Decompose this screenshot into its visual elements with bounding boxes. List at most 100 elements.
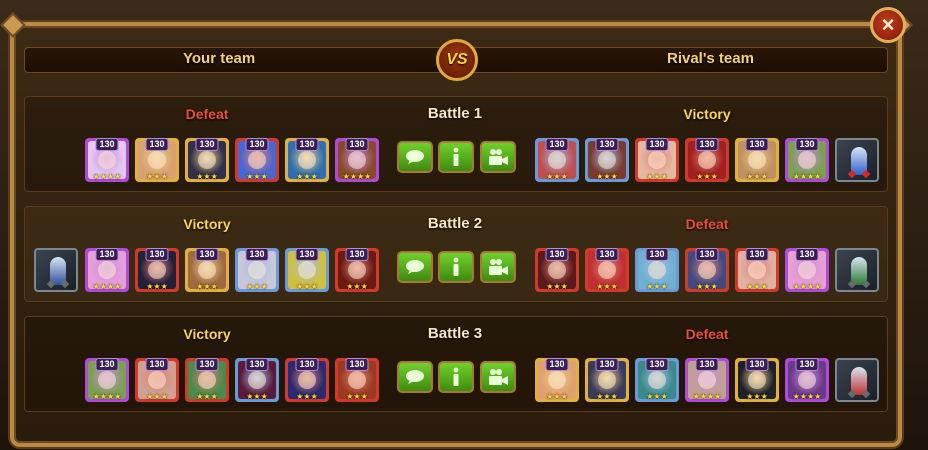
- video-camera-icon: [489, 369, 508, 385]
- rival-hero-slot[interactable]: 130 ★★★: [535, 248, 579, 292]
- battle-title: Battle 1: [427, 105, 483, 122]
- hero-star-rating: ★★★: [546, 282, 568, 291]
- hero-face: [548, 261, 566, 279]
- your-hero-slot[interactable]: 130 ★★★: [135, 248, 179, 292]
- your-hero-slot[interactable]: 130 ★★★: [285, 248, 329, 292]
- chat-button[interactable]: [397, 361, 433, 393]
- your-hero-slot[interactable]: 130 ★★★: [185, 358, 229, 402]
- your-hero-slot[interactable]: 130 ★★★: [185, 138, 229, 182]
- your-team-pet[interactable]: [34, 248, 78, 292]
- rival-hero-slot[interactable]: 130 ★★★: [735, 138, 779, 182]
- rival-hero-slot[interactable]: 130 ★★★★: [785, 248, 829, 292]
- hero-level-badge: 130: [295, 248, 319, 261]
- rival-hero-slot[interactable]: 130 ★★★★: [685, 358, 729, 402]
- your-hero-slot[interactable]: 130 ★★★★: [85, 248, 129, 292]
- hero-level-badge: 130: [695, 248, 719, 261]
- hero-star-rating: ★★★: [296, 282, 318, 291]
- hero-star-rating: ★★★: [546, 172, 568, 181]
- hero-face: [348, 371, 366, 389]
- your-team-result: Victory: [183, 326, 231, 342]
- your-hero-slot[interactable]: 130 ★★★: [235, 248, 279, 292]
- hero-face: [698, 151, 716, 169]
- hero-level-badge: 130: [345, 248, 369, 261]
- hero-face: [798, 151, 816, 169]
- hero-star-rating: ★★★: [546, 392, 568, 401]
- your-hero-slot[interactable]: 130 ★★★: [185, 248, 229, 292]
- hero-star-rating: ★★★: [596, 172, 618, 181]
- hero-face: [198, 261, 216, 279]
- your-hero-slot[interactable]: 130 ★★★: [285, 138, 329, 182]
- chat-button[interactable]: [397, 251, 433, 283]
- replay-button[interactable]: [480, 141, 516, 173]
- your-hero-slot[interactable]: 130 ★★★: [135, 358, 179, 402]
- hero-star-rating: ★★★★: [692, 392, 722, 401]
- rival-hero-slot[interactable]: 130 ★★★: [535, 358, 579, 402]
- hero-level-badge: 130: [595, 248, 619, 261]
- hero-level-badge: 130: [645, 248, 669, 261]
- your-hero-slot[interactable]: 130 ★★★★: [85, 138, 129, 182]
- your-team-result: Defeat: [185, 106, 229, 122]
- info-button[interactable]: [438, 141, 474, 173]
- hero-star-rating: ★★★★: [342, 172, 372, 181]
- your-hero-slot[interactable]: 130 ★★★: [235, 358, 279, 402]
- your-hero-slot[interactable]: 130 ★★★: [285, 358, 329, 402]
- your-hero-slot[interactable]: 130 ★★★: [335, 248, 379, 292]
- hero-level-badge: 130: [295, 138, 319, 151]
- your-hero-slot[interactable]: 130 ★★★: [335, 358, 379, 402]
- hero-star-rating: ★★★★: [92, 282, 122, 291]
- rival-hero-slot[interactable]: 130 ★★★: [685, 138, 729, 182]
- your-hero-slot[interactable]: 130 ★★★★: [335, 138, 379, 182]
- rival-team-pet[interactable]: [835, 248, 879, 292]
- rival-hero-slot[interactable]: 130 ★★★: [585, 358, 629, 402]
- rival-hero-slot[interactable]: 130 ★★★★: [785, 358, 829, 402]
- hero-level-badge: 130: [595, 138, 619, 151]
- hero-star-rating: ★★★★: [792, 392, 822, 401]
- replay-button[interactable]: [480, 251, 516, 283]
- your-hero-slot[interactable]: 130 ★★★★: [85, 358, 129, 402]
- chat-button[interactable]: [397, 141, 433, 173]
- info-icon: [453, 257, 459, 276]
- hero-star-rating: ★★★: [746, 172, 768, 181]
- rival-hero-slot[interactable]: 130 ★★★: [635, 358, 679, 402]
- rival-team-pet[interactable]: [835, 358, 879, 402]
- hero-face: [98, 261, 116, 279]
- rival-hero-slot[interactable]: 130 ★★★: [585, 138, 629, 182]
- info-button[interactable]: [438, 361, 474, 393]
- battle-title: Battle 3: [427, 325, 483, 342]
- hero-star-rating: ★★★: [746, 392, 768, 401]
- vs-badge: VS: [436, 39, 478, 81]
- your-team-result: Victory: [183, 216, 231, 232]
- rival-hero-slot[interactable]: 130 ★★★: [635, 248, 679, 292]
- hero-face: [348, 151, 366, 169]
- video-camera-icon: [489, 259, 508, 275]
- info-button[interactable]: [438, 251, 474, 283]
- hero-star-rating: ★★★: [246, 282, 268, 291]
- hero-star-rating: ★★★: [746, 282, 768, 291]
- hero-level-badge: 130: [645, 358, 669, 371]
- hero-level-badge: 130: [245, 138, 269, 151]
- rival-hero-slot[interactable]: 130 ★★★: [735, 248, 779, 292]
- your-hero-slot[interactable]: 130 ★★★: [235, 138, 279, 182]
- your-hero-slot[interactable]: 130 ★★★: [135, 138, 179, 182]
- hero-star-rating: ★★★★: [792, 172, 822, 181]
- rival-hero-slot[interactable]: 130 ★★★: [535, 138, 579, 182]
- hero-face: [148, 151, 166, 169]
- rival-hero-slot[interactable]: 130 ★★★: [735, 358, 779, 402]
- rival-hero-slot[interactable]: 130 ★★★: [585, 248, 629, 292]
- close-button[interactable]: ×: [870, 7, 906, 43]
- rival-hero-slot[interactable]: 130 ★★★: [635, 138, 679, 182]
- rival-team-result: Defeat: [685, 216, 729, 232]
- hero-level-badge: 130: [145, 248, 169, 261]
- rival-hero-slot[interactable]: 130 ★★★: [685, 248, 729, 292]
- hero-level-badge: 130: [595, 358, 619, 371]
- rival-team-pet[interactable]: [835, 138, 879, 182]
- hero-face: [348, 261, 366, 279]
- hero-level-badge: 130: [795, 248, 819, 261]
- hero-star-rating: ★★★: [146, 172, 168, 181]
- replay-button[interactable]: [480, 361, 516, 393]
- hero-level-badge: 130: [695, 138, 719, 151]
- hero-star-rating: ★★★: [146, 282, 168, 291]
- hero-star-rating: ★★★: [696, 172, 718, 181]
- rival-hero-slot[interactable]: 130 ★★★★: [785, 138, 829, 182]
- pet-gem: [861, 389, 871, 399]
